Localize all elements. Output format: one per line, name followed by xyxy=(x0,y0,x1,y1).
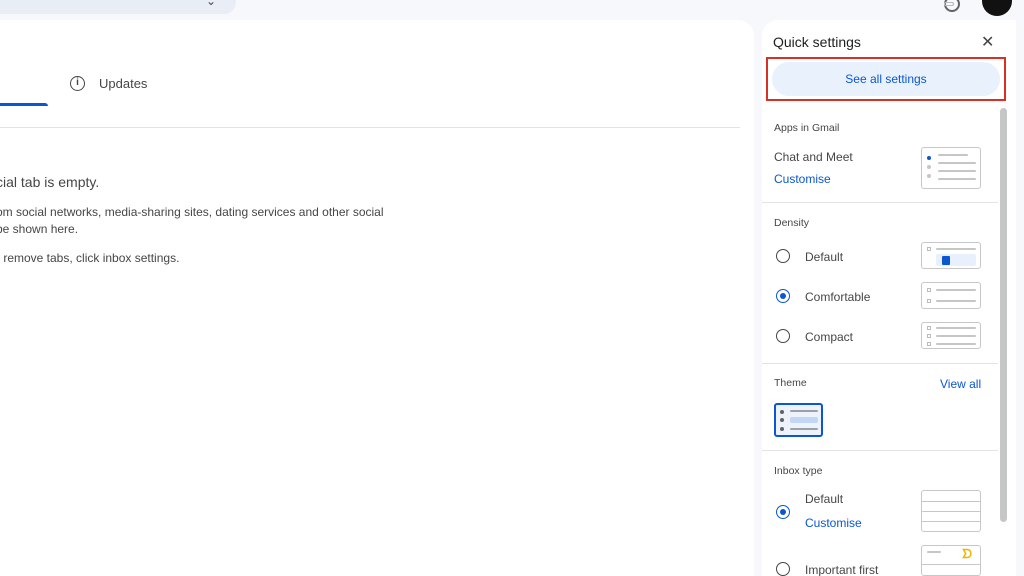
empty-desc-line-2: be shown here. xyxy=(0,222,79,236)
density-default-label: Default xyxy=(805,250,844,264)
quick-settings-title: Quick settings xyxy=(773,34,861,50)
important-marker-icon: ᗤ xyxy=(962,547,972,561)
inbox-important-first-thumbnail: ᗤ xyxy=(921,545,981,576)
theme-section-title: Theme xyxy=(774,377,807,389)
inbox-default-radio[interactable] xyxy=(776,505,790,519)
density-comfortable-thumbnail xyxy=(921,282,981,309)
search-options-icon[interactable]: ⌄ xyxy=(206,0,216,8)
tab-updates-label: Updates xyxy=(99,76,148,91)
inbox-important-first-radio[interactable] xyxy=(776,562,790,576)
density-compact-radio[interactable] xyxy=(776,329,790,343)
chat-meet-thumbnail xyxy=(921,147,981,189)
see-all-settings-button[interactable]: See all settings xyxy=(772,62,1000,96)
inbox-default-thumbnail xyxy=(921,490,981,532)
density-default-thumbnail xyxy=(921,242,981,269)
top-bar: ⌄ xyxy=(0,0,1024,16)
apps-icon[interactable] xyxy=(944,2,954,6)
divider xyxy=(762,202,998,203)
empty-desc-line-1: om social networks, media-sharing sites,… xyxy=(0,205,384,219)
density-comfortable-radio[interactable] xyxy=(776,289,790,303)
inbox-important-first-label: Important first xyxy=(805,563,879,576)
inbox-tabs: i Updates xyxy=(0,72,740,128)
inbox-default-label: Default xyxy=(805,492,844,506)
search-bar[interactable]: ⌄ xyxy=(0,0,236,14)
inbox-type-section-title: Inbox type xyxy=(774,465,823,477)
top-icons xyxy=(944,0,1012,16)
document-icon xyxy=(942,256,950,265)
empty-state-hint: r remove tabs, click inbox settings. xyxy=(0,251,180,265)
quick-settings-panel: Quick settings ✕ See all settings Apps i… xyxy=(762,20,1016,576)
apps-section-title: Apps in Gmail xyxy=(774,122,840,134)
chat-meet-label: Chat and Meet xyxy=(774,150,853,164)
divider xyxy=(762,363,998,364)
density-default-radio[interactable] xyxy=(776,249,790,263)
inbox-customise-link[interactable]: Customise xyxy=(805,516,862,530)
close-icon[interactable]: ✕ xyxy=(981,32,994,52)
info-icon: i xyxy=(70,76,85,91)
density-compact-thumbnail xyxy=(921,322,981,349)
density-compact-label: Compact xyxy=(805,330,854,344)
divider xyxy=(762,450,998,451)
empty-state-description: om social networks, media-sharing sites,… xyxy=(0,204,396,238)
density-section-title: Density xyxy=(774,217,810,229)
main-content: i Updates cial tab is empty. om social n… xyxy=(0,20,754,576)
tab-updates[interactable]: i Updates xyxy=(70,76,147,91)
avatar[interactable] xyxy=(982,0,1012,16)
panel-scrollbar[interactable] xyxy=(1000,108,1007,522)
empty-state-title: cial tab is empty. xyxy=(0,174,100,190)
apps-customise-link[interactable]: Customise xyxy=(774,172,831,186)
theme-view-all-link[interactable]: View all xyxy=(940,377,981,391)
theme-thumbnail[interactable] xyxy=(774,403,823,437)
density-comfortable-label: Comfortable xyxy=(805,290,871,304)
tab-social-active-indicator[interactable] xyxy=(0,103,48,106)
